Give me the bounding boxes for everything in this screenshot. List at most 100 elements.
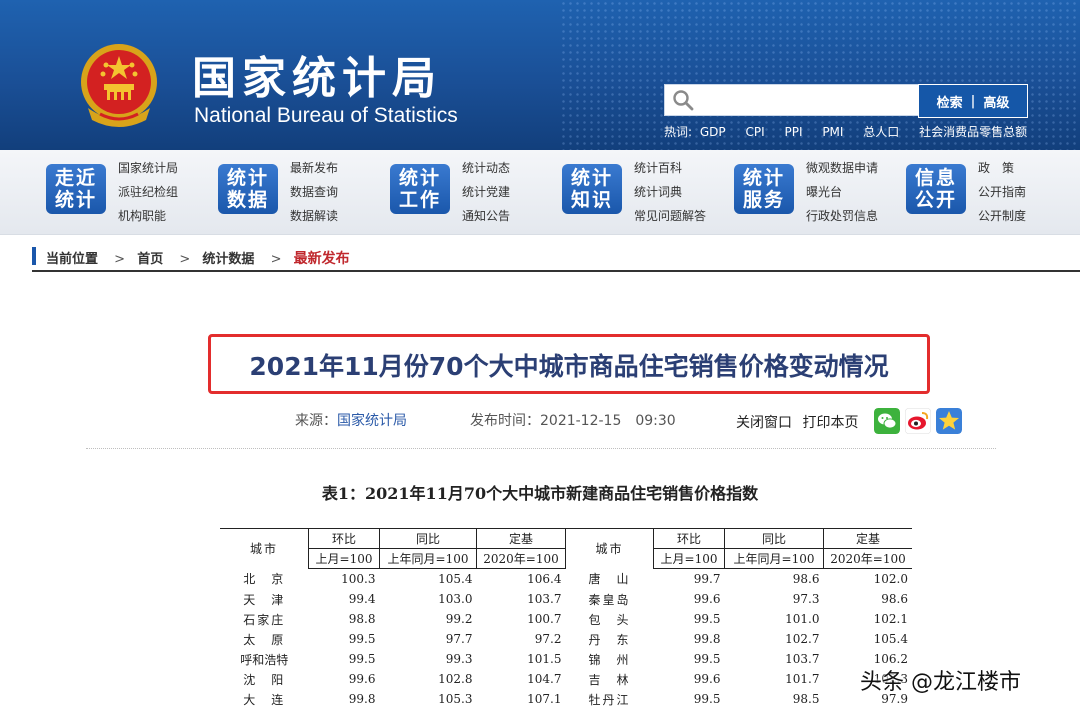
search-icon [673, 90, 694, 111]
nav-link[interactable]: 常见问题解答 [634, 204, 706, 228]
city-cell: 太 原 [243, 632, 286, 647]
hotword-link[interactable]: PMI [822, 125, 843, 139]
nav-link[interactable]: 通知公告 [462, 204, 510, 228]
value-cell: 99.8 [693, 632, 721, 646]
breadcrumb-current[interactable]: 最新发布 [294, 251, 350, 267]
value-cell: 102.0 [873, 572, 908, 586]
table-row: 天 津 99.4 103.0 103.7 秦皇岛 99.6 97.3 98.6 [220, 589, 912, 609]
nav-link[interactable]: 统计党建 [462, 180, 510, 204]
favorite-star-icon[interactable] [936, 408, 962, 434]
value-cell: 97.7 [445, 632, 473, 646]
hotword-link[interactable]: 总人口 [863, 125, 899, 139]
hotword-link[interactable]: PPI [784, 125, 802, 139]
value-cell: 99.5 [693, 652, 721, 666]
hotword-link[interactable]: GDP [700, 125, 726, 139]
breadcrumb: 当前位置 > 首页 > 统计数据 > 最新发布 [32, 244, 1080, 272]
city-cell: 石家庄 [243, 612, 286, 627]
city-cell: 锦 州 [588, 652, 631, 667]
wechat-share-icon[interactable] [874, 408, 900, 434]
value-cell: 99.3 [445, 652, 473, 666]
table-row: 北 京 100.3 105.4 106.4 唐 山 99.7 98.6 102.… [220, 569, 912, 590]
value-cell: 99.5 [693, 612, 721, 626]
nav-links-data: 最新发布 数据查询 数据解读 [290, 156, 338, 228]
nav-link[interactable]: 曝光台 [806, 180, 878, 204]
value-cell: 98.8 [348, 612, 376, 626]
print-page-button[interactable]: 打印本页 [802, 415, 858, 431]
nav-link[interactable]: 微观数据申请 [806, 156, 878, 180]
nav-badge-knowledge[interactable]: 统计 知识 [562, 164, 622, 214]
col-city: 城市 [220, 528, 309, 569]
nav-link[interactable]: 行政处罚信息 [806, 204, 878, 228]
value-cell: 100.7 [527, 612, 562, 626]
value-cell: 102.7 [785, 632, 820, 646]
value-cell: 101.0 [785, 612, 820, 626]
nav-link[interactable]: 公开指南 [978, 180, 1026, 204]
city-cell: 沈 阳 [243, 672, 286, 687]
search-input[interactable] [701, 89, 915, 113]
nav-links-about: 国家统计局 派驻纪检组 机构职能 [118, 156, 178, 228]
nav-link[interactable]: 数据解读 [290, 204, 338, 228]
city-cell: 包 头 [588, 612, 631, 627]
nav-link[interactable]: 机构职能 [118, 204, 178, 228]
hotwords-label: 热词: [664, 125, 693, 139]
city-cell: 秦皇岛 [588, 592, 631, 607]
search-button[interactable]: 检索 [929, 92, 971, 111]
time-label: 发布时间： [470, 413, 540, 429]
table-row: 石家庄 98.8 99.2 100.7 包 头 99.5 101.0 102.1 [220, 609, 912, 629]
weibo-share-icon[interactable] [905, 408, 931, 434]
close-window-button[interactable]: 关闭窗口 [736, 415, 792, 431]
breadcrumb-stats-data[interactable]: 统计数据 [202, 252, 254, 267]
value-cell: 99.5 [348, 652, 376, 666]
nav-badge-about[interactable]: 走近 统计 [46, 164, 106, 214]
national-emblem-icon[interactable] [78, 38, 160, 130]
hotwords: 热词: GDP CPI PPI PMI 总人口 社会消费品零售总额 [664, 123, 1043, 140]
nav-badge-disclosure[interactable]: 信息 公开 [906, 164, 966, 214]
nav-link[interactable]: 统计词典 [634, 180, 706, 204]
col-mom: 环比 [308, 528, 380, 549]
value-cell: 106.4 [527, 572, 562, 586]
table-row: 沈 阳 99.6 102.8 104.7 吉 林 99.6 101.7 102.… [220, 669, 912, 689]
site-name-cn[interactable]: 国家统计局 [192, 42, 442, 106]
nav-link[interactable]: 国家统计局 [118, 156, 178, 180]
article-title: 2021年11月份70个大中城市商品住宅销售价格变动情况 [249, 352, 889, 381]
search-box [664, 84, 920, 116]
nav-link[interactable]: 派驻纪检组 [118, 180, 178, 204]
col-fixed-base: 2020年=100 [823, 548, 912, 569]
nav-link[interactable]: 数据查询 [290, 180, 338, 204]
hotword-link[interactable]: 社会消费品零售总额 [919, 125, 1027, 139]
nav-link[interactable]: 统计百科 [634, 156, 706, 180]
value-cell: 99.6 [693, 592, 721, 606]
value-cell: 101.5 [527, 652, 562, 666]
col-fixed: 定基 [823, 528, 912, 549]
nav-links-knowledge: 统计百科 统计词典 常见问题解答 [634, 156, 706, 228]
nav-link[interactable]: 统计动态 [462, 156, 510, 180]
value-cell: 104.7 [527, 672, 562, 686]
nav-badge-service[interactable]: 统计 服务 [734, 164, 794, 214]
hotword-link[interactable]: CPI [745, 125, 764, 139]
city-cell: 呼和浩特 [240, 652, 289, 667]
value-cell: 99.5 [693, 692, 721, 706]
value-cell: 98.6 [881, 592, 908, 606]
watermark: 头条 @龙江楼市 [860, 670, 1021, 695]
divider [86, 448, 996, 449]
advanced-search-button[interactable]: 高级 [975, 92, 1017, 111]
nav-link[interactable]: 政 策 [978, 156, 1026, 180]
col-mom: 环比 [653, 528, 725, 549]
breadcrumb-home[interactable]: 首页 [137, 252, 163, 267]
source-value: 国家统计局 [337, 413, 407, 429]
col-fixed-base: 2020年=100 [476, 548, 566, 569]
breadcrumb-separator: > [270, 252, 282, 267]
city-cell: 牡丹江 [588, 692, 631, 707]
nav-badge-work[interactable]: 统计 工作 [390, 164, 450, 214]
value-cell: 103.7 [785, 652, 820, 666]
nav-badge-data[interactable]: 统计 数据 [218, 164, 278, 214]
nav-link[interactable]: 公开制度 [978, 204, 1026, 228]
search-separator: | [970, 93, 976, 109]
nav-link[interactable]: 最新发布 [290, 156, 338, 180]
value-cell: 98.5 [792, 692, 820, 706]
col-mom-base: 上月=100 [653, 548, 725, 569]
table-row: 大 连 99.8 105.3 107.1 牡丹江 99.5 98.5 97.9 [220, 689, 912, 709]
value-cell: 105.4 [873, 632, 908, 646]
value-cell: 100.3 [341, 572, 376, 586]
city-cell: 唐 山 [588, 572, 631, 587]
